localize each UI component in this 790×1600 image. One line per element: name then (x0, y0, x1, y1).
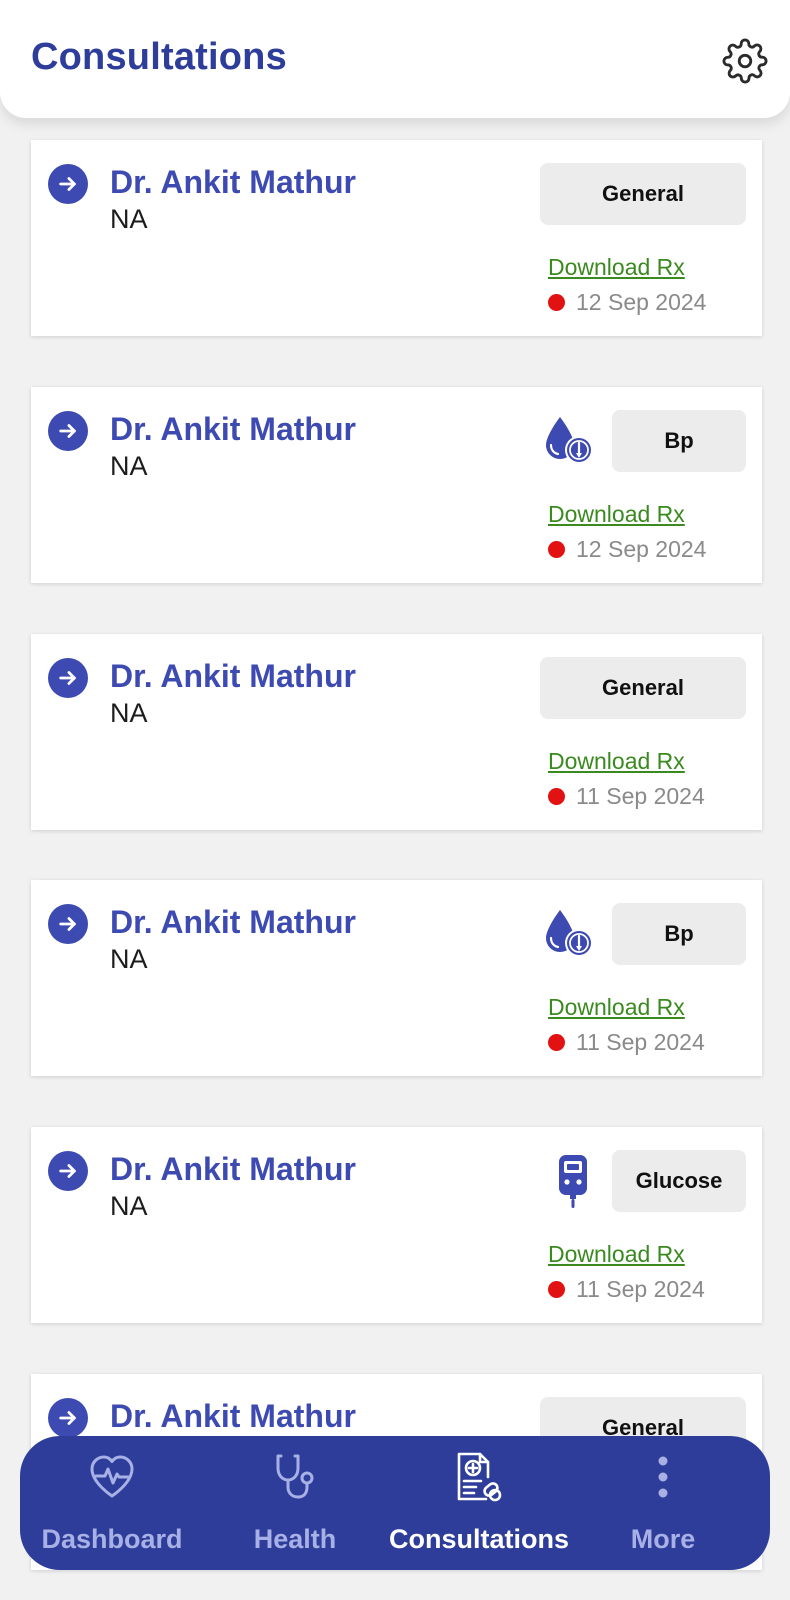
consultations-screen: Consultations Dr. Ankit Mathur NA Genera… (0, 0, 790, 1600)
consultation-date: 12 Sep 2024 (576, 536, 707, 562)
consultation-type-tag: Bp (612, 410, 746, 472)
nav-item-more[interactable]: More (598, 1436, 728, 1570)
nav-label: Dashboard (41, 1524, 183, 1554)
doctor-name: Dr. Ankit Mathur (110, 164, 356, 200)
download-rx-link[interactable]: Download Rx (548, 254, 685, 281)
download-rx-link[interactable]: Download Rx (548, 1241, 685, 1268)
doctor-name: Dr. Ankit Mathur (110, 658, 356, 694)
settings-button[interactable] (720, 36, 770, 86)
consultation-card[interactable]: Dr. Ankit Mathur NA General Download Rx … (31, 634, 762, 830)
consultation-subtitle: NA (110, 1191, 148, 1221)
open-consultation-button[interactable] (48, 904, 88, 944)
glucometer-icon (543, 1153, 603, 1209)
consultation-card[interactable]: Dr. Ankit Mathur NA Bp Download Rx 12 Se… (31, 387, 762, 583)
arrow-right-icon (59, 424, 76, 438)
open-consultation-button[interactable] (48, 658, 88, 698)
nav-label: More (630, 1524, 696, 1554)
blood-pressure-icon (539, 413, 599, 469)
consultation-date-row: 11 Sep 2024 (548, 783, 705, 810)
consultation-card[interactable]: Dr. Ankit Mathur NA General Download Rx … (31, 140, 762, 336)
consultation-subtitle: NA (110, 944, 148, 974)
bottom-navigation: Dashboard Health Consultations More (20, 1436, 770, 1570)
consultation-subtitle: NA (110, 204, 148, 234)
consultation-date-row: 12 Sep 2024 (548, 289, 706, 316)
consultation-date-row: 11 Sep 2024 (548, 1029, 705, 1056)
consultation-card[interactable]: Dr. Ankit Mathur NA Glucose Download Rx … (31, 1127, 762, 1323)
status-dot (548, 1034, 565, 1051)
doctor-name: Dr. Ankit Mathur (110, 1151, 356, 1187)
consultation-subtitle: NA (110, 451, 148, 481)
more-vertical-icon (636, 1450, 690, 1504)
arrow-right-icon (59, 1411, 76, 1425)
arrow-right-icon (59, 917, 76, 931)
doctor-name: Dr. Ankit Mathur (110, 411, 356, 447)
app-header: Consultations (0, 0, 790, 118)
consultation-date-row: 11 Sep 2024 (548, 1276, 705, 1303)
open-consultation-button[interactable] (48, 411, 88, 451)
download-rx-link[interactable]: Download Rx (548, 748, 685, 775)
arrow-right-icon (59, 671, 76, 685)
consultation-date-row: 12 Sep 2024 (548, 536, 706, 563)
status-dot (548, 1281, 565, 1298)
open-consultation-button[interactable] (48, 164, 88, 204)
status-dot (548, 788, 565, 805)
prescription-icon (452, 1450, 506, 1504)
arrow-right-icon (59, 1164, 76, 1178)
download-rx-link[interactable]: Download Rx (548, 501, 685, 528)
arrow-right-icon (59, 177, 76, 191)
nav-label: Health (253, 1524, 337, 1554)
nav-label: Consultations (389, 1524, 569, 1554)
gear-icon (722, 38, 768, 84)
consultation-date: 11 Sep 2024 (576, 1276, 705, 1302)
consultation-subtitle: NA (110, 698, 148, 728)
consultation-card[interactable]: Dr. Ankit Mathur NA Bp Download Rx 11 Se… (31, 880, 762, 1076)
blood-pressure-icon (539, 906, 599, 962)
status-dot (548, 541, 565, 558)
nav-item-consultations[interactable]: Consultations (384, 1436, 574, 1570)
heart-pulse-icon (85, 1450, 139, 1504)
stethoscope-icon (268, 1450, 322, 1504)
open-consultation-button[interactable] (48, 1398, 88, 1438)
consultation-type-tag: Glucose (612, 1150, 746, 1212)
consultation-type-tag: General (540, 657, 746, 719)
doctor-name: Dr. Ankit Mathur (110, 904, 356, 940)
consultation-type-tag: General (540, 163, 746, 225)
nav-item-dashboard[interactable]: Dashboard (26, 1436, 198, 1570)
download-rx-link[interactable]: Download Rx (548, 994, 685, 1021)
status-dot (548, 294, 565, 311)
doctor-name: Dr. Ankit Mathur (110, 1398, 356, 1434)
consultation-date: 11 Sep 2024 (576, 1029, 705, 1055)
nav-item-health[interactable]: Health (218, 1436, 372, 1570)
consultation-date: 11 Sep 2024 (576, 783, 705, 809)
page-title: Consultations (31, 36, 287, 78)
open-consultation-button[interactable] (48, 1151, 88, 1191)
consultation-list: Dr. Ankit Mathur NA General Download Rx … (0, 0, 790, 1600)
consultation-date: 12 Sep 2024 (576, 289, 707, 315)
consultation-type-tag: Bp (612, 903, 746, 965)
